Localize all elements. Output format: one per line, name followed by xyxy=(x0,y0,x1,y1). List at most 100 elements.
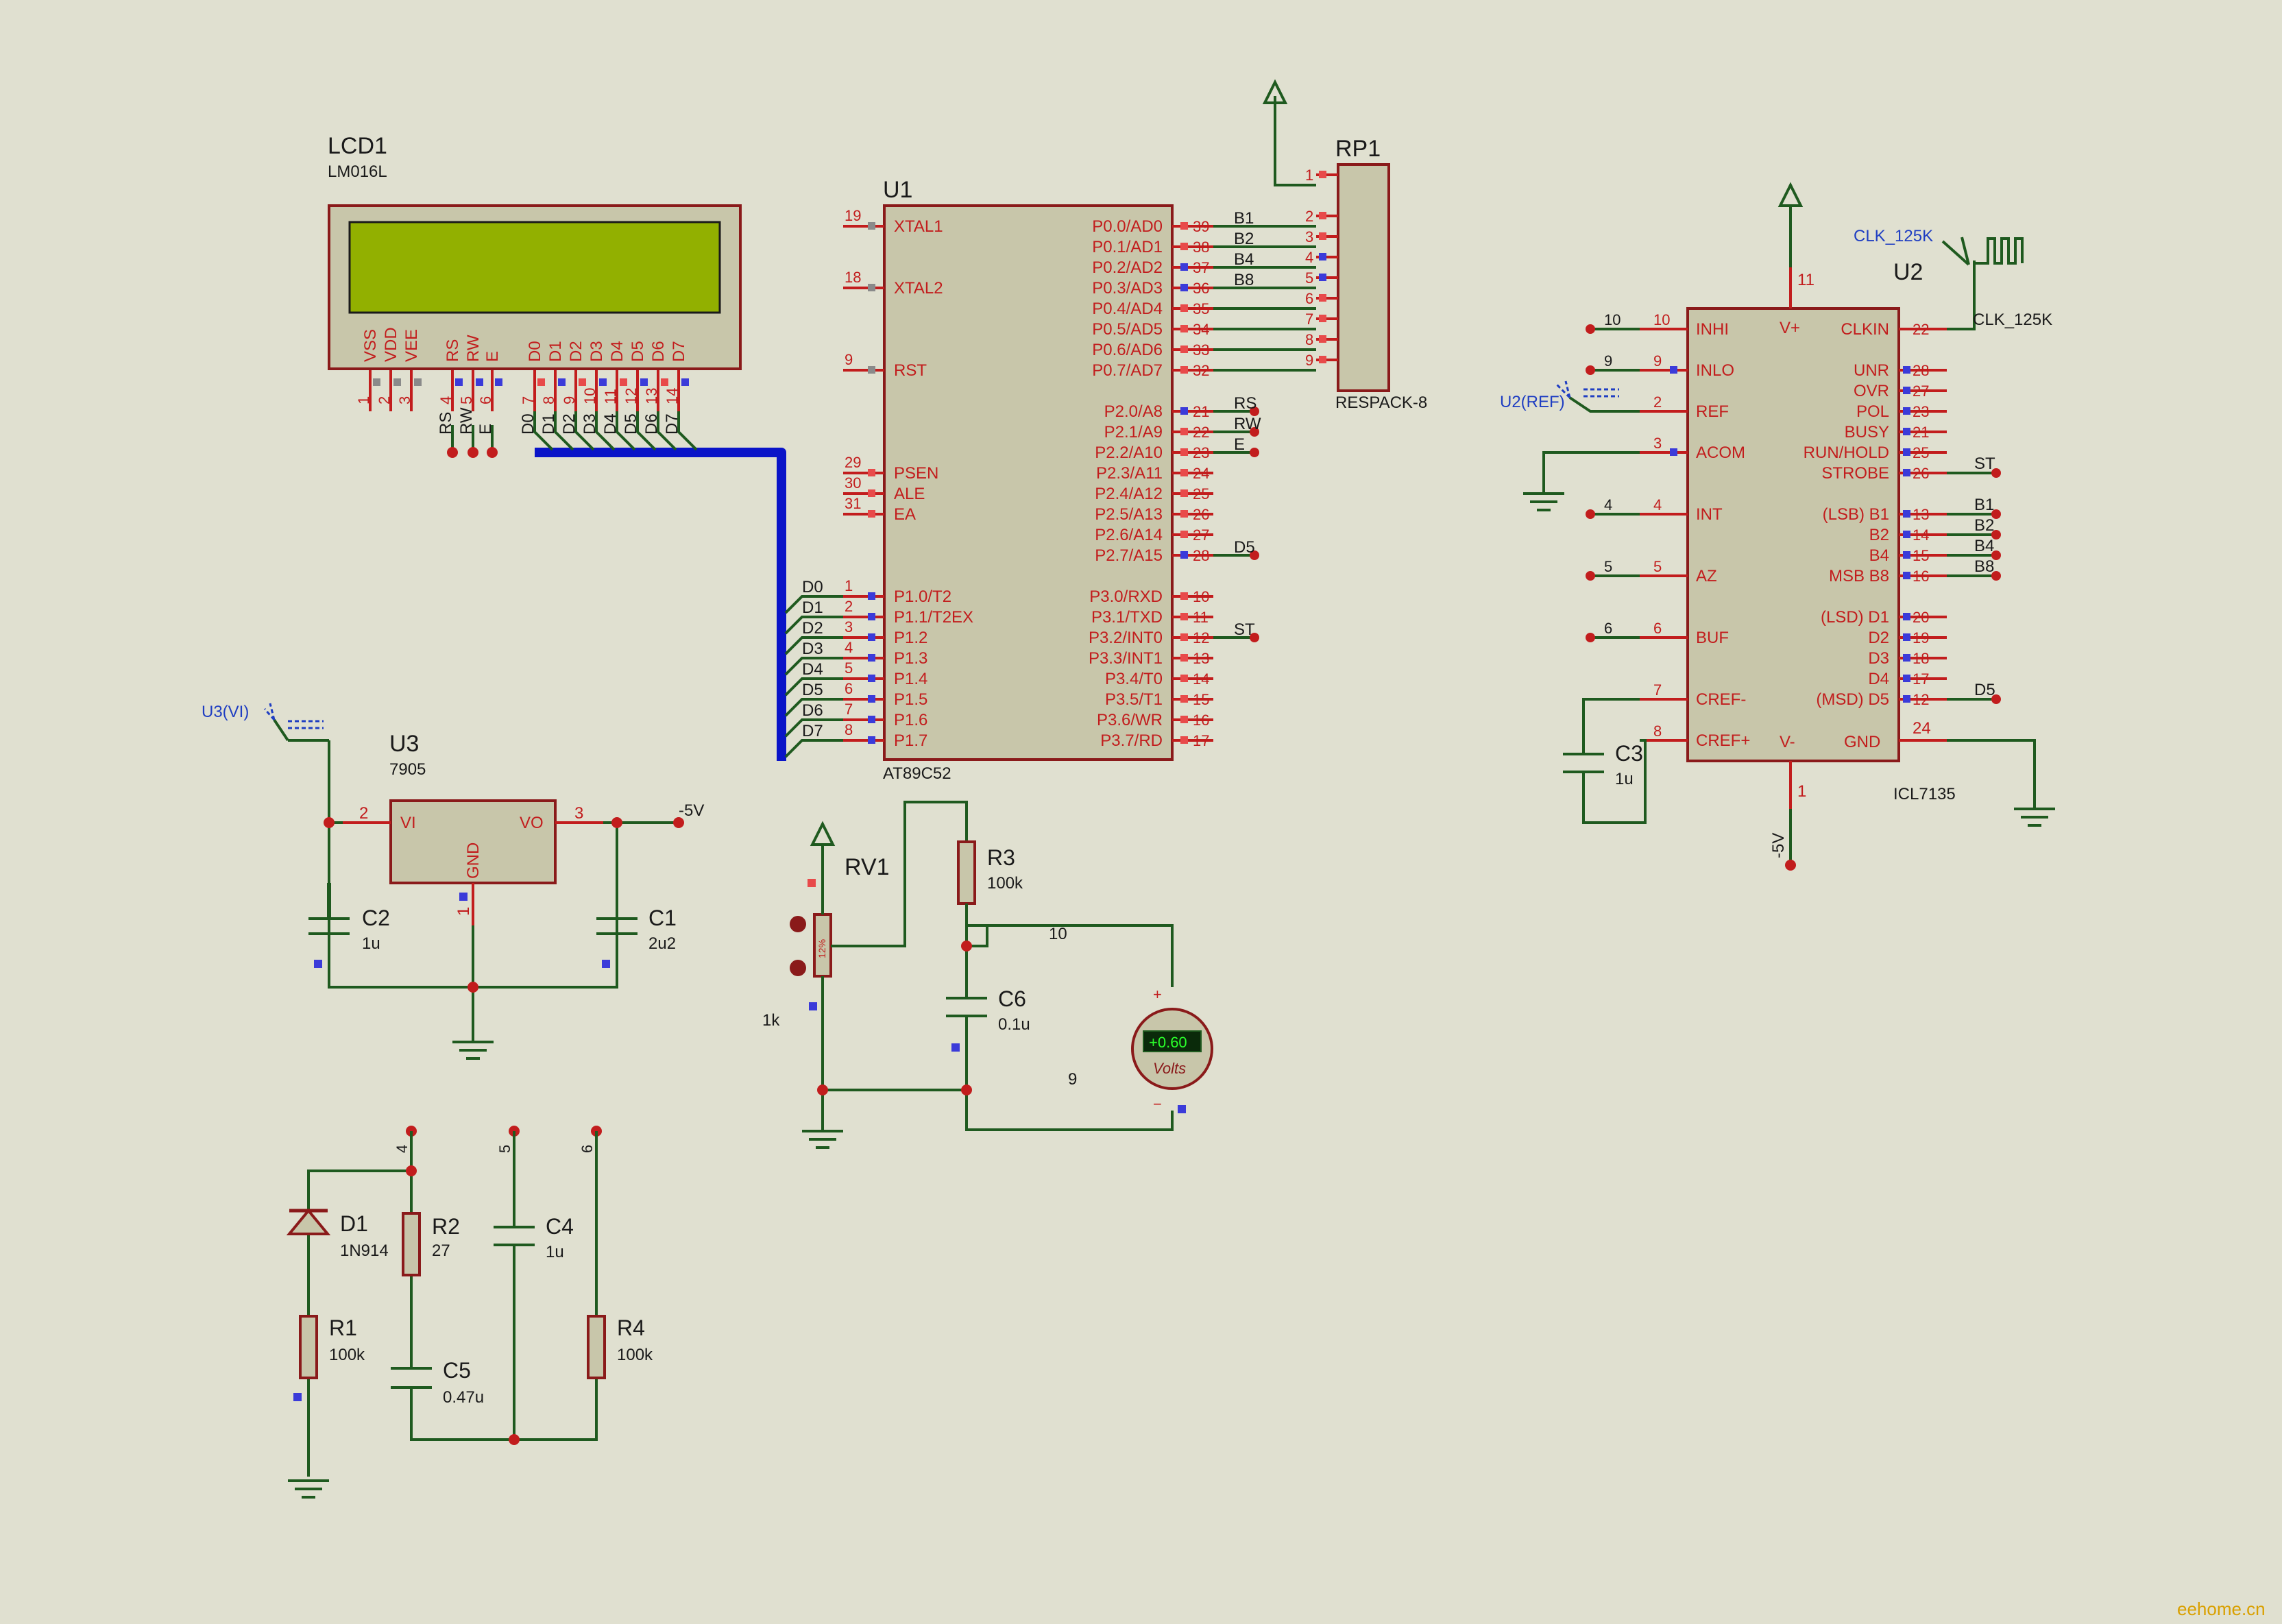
u2-right-pin-number: 20 xyxy=(1913,609,1929,626)
u1-left-pin-number: 9 xyxy=(845,351,853,368)
lcd1-pin-label: VDD xyxy=(382,327,400,362)
u1-left-pin-number: 18 xyxy=(845,269,861,286)
u1-pin-marker xyxy=(868,613,875,620)
u1-left-pin-number: 19 xyxy=(845,207,861,224)
lcd1-pin-number: 6 xyxy=(477,396,494,404)
u3-output-net: -5V xyxy=(679,801,704,820)
lcd1-pin-marker xyxy=(620,378,627,386)
u2-right-pin-name: CLKIN xyxy=(1841,320,1889,339)
u2-component[interactable]: U2 ICL7135 11 V+ 1 V- -5V 24 GND 10INHI9… xyxy=(1586,182,2055,871)
power-arrow-u2 xyxy=(1777,182,1804,207)
clock-net-label: CLK_125K xyxy=(1973,311,2052,329)
u1-right-pin-name: P3.7/RD xyxy=(1100,731,1163,750)
u1-pin-marker xyxy=(1180,448,1188,456)
u1-right-pin-name: P0.1/AD1 xyxy=(1092,238,1163,256)
u1-left-pin-name: P1.0/T2 xyxy=(894,587,951,606)
u2-right-pin-number: 22 xyxy=(1913,321,1929,338)
voltmeter-reading: +0.60 xyxy=(1149,1034,1187,1051)
u1-right-pin-name: P0.7/AD7 xyxy=(1092,361,1163,380)
c4-component[interactable]: C4 1u xyxy=(494,1214,574,1261)
u1-left-pin-number: 30 xyxy=(845,474,861,492)
lcd1-pin-marker xyxy=(579,378,586,386)
lcd1-pin-number: 11 xyxy=(602,389,619,404)
u1-pin-marker xyxy=(868,592,875,600)
u2-pin-marker xyxy=(1903,613,1910,620)
rv1-position: 12% xyxy=(816,939,827,958)
rp1-pin-number: 9 xyxy=(1305,352,1313,369)
rp1-ref: RP1 xyxy=(1335,136,1381,162)
u1-left-pin-name: RST xyxy=(894,361,927,380)
u2-right-pin-name: D4 xyxy=(1868,670,1889,688)
lcd1-pin-marker xyxy=(414,378,422,386)
u1-left-pin-number: 29 xyxy=(845,454,861,471)
lcd1-pin-marker xyxy=(558,378,566,386)
voltmeter-net-top: 10 xyxy=(1049,925,1067,943)
lcd1-pin-marker xyxy=(393,378,401,386)
c1-value: 2u2 xyxy=(648,934,676,953)
u1-right-pin-name: P0.3/AD3 xyxy=(1092,279,1163,298)
u1-pin-marker xyxy=(1180,428,1188,435)
u1-pin-marker xyxy=(1180,469,1188,476)
lcd1-pin-label: RS xyxy=(444,339,462,362)
u1-p0-net-label: B2 xyxy=(1234,230,1254,248)
u1-right-pin-name: P0.5/AD5 xyxy=(1092,320,1163,339)
c4-ref: C4 xyxy=(546,1214,574,1239)
lcd1-pin-label: E xyxy=(483,351,502,362)
d1-component[interactable]: D1 1N914 xyxy=(286,1208,389,1260)
r4-component[interactable]: R4 100k xyxy=(587,1315,653,1379)
c1-ref: C1 xyxy=(648,906,677,930)
u1-p2-net-label: E xyxy=(1234,435,1245,454)
c6-value: 0.1u xyxy=(998,1015,1030,1034)
lcd1-pin-label: D6 xyxy=(649,341,668,362)
u2-right-pin-number: 27 xyxy=(1913,383,1929,400)
u1-pin-marker xyxy=(868,675,875,682)
u2-pin-marker xyxy=(1670,448,1677,456)
u2-left-pin-number: 9 xyxy=(1653,352,1662,369)
u1-right-pin-number: 25 xyxy=(1193,485,1209,502)
r2-value: 27 xyxy=(432,1241,450,1260)
u3-component[interactable]: U3 7905 VI VO GND 2 3 1 xyxy=(343,731,603,925)
r2-component[interactable]: R2 27 xyxy=(402,1212,460,1276)
u2-right-pin-name: RUN/HOLD xyxy=(1804,444,1889,462)
u2-right-net-label: B1 xyxy=(1974,496,1994,514)
u1-right-pin-number: 24 xyxy=(1193,465,1209,482)
u2-right-pin-name: MSB B8 xyxy=(1829,567,1889,585)
rp1-pin-number: 4 xyxy=(1305,249,1313,266)
u1-pin-marker xyxy=(1180,654,1188,662)
net-endpoint xyxy=(1586,509,1595,519)
u1-pin-marker xyxy=(1180,531,1188,538)
u2-gnd-name: GND xyxy=(1844,733,1880,751)
lcd1-pin-label: D2 xyxy=(567,341,585,362)
u1-p1-net-label: D3 xyxy=(802,640,823,658)
lcd1-pin-label: VSS xyxy=(361,329,380,362)
c2-ref: C2 xyxy=(362,906,390,930)
u1-pin-marker xyxy=(868,366,875,374)
u1-right-pin-name: P3.3/INT1 xyxy=(1089,649,1163,668)
lcd-bus-wiring xyxy=(447,411,786,761)
u2-right-net-label: B4 xyxy=(1974,537,1994,555)
u1-right-pin-number: 22 xyxy=(1193,424,1209,441)
rp1-pin-marker xyxy=(1319,335,1326,343)
u1-p1-net-label: D6 xyxy=(802,701,823,720)
c6-ref: C6 xyxy=(998,986,1026,1011)
rv1-component[interactable]: RV1 12% 1k xyxy=(762,854,890,1030)
u3-part: 7905 xyxy=(389,760,426,779)
u3-pin-vo-name: VO xyxy=(520,814,544,832)
c4-value: 1u xyxy=(546,1243,564,1261)
u1-right-pin-number: 33 xyxy=(1193,341,1209,359)
voltmeter-plus: + xyxy=(1153,986,1162,1003)
rp1-pin-marker xyxy=(1319,274,1326,281)
r1-component[interactable]: R1 100k xyxy=(293,1315,365,1401)
u1-pin-marker xyxy=(868,469,875,476)
rp1-pin-number: 2 xyxy=(1305,208,1313,225)
c5-ref: C5 xyxy=(443,1358,471,1383)
u1-part: AT89C52 xyxy=(883,764,951,783)
u2-right-pin-name: D2 xyxy=(1868,629,1889,647)
voltmeter[interactable]: +0.60 Volts + − xyxy=(1131,986,1213,1113)
lcd1-component[interactable]: LCD1 LM016L VSS 1 VDD 2 VEE 3 RS 4 RW 5 E 6 D0 7 D1 8 D2… xyxy=(328,133,742,435)
u2-right-pin-number: 19 xyxy=(1913,629,1929,646)
u1-component[interactable]: U1 AT89C52 19XTAL118XTAL29RST29PSEN30ALE… xyxy=(784,177,1316,783)
c5-component[interactable]: C5 0.47u xyxy=(391,1358,484,1407)
u1-right-pin-name: P3.1/TXD xyxy=(1091,608,1163,627)
u1-right-pin-number: 36 xyxy=(1193,280,1209,297)
